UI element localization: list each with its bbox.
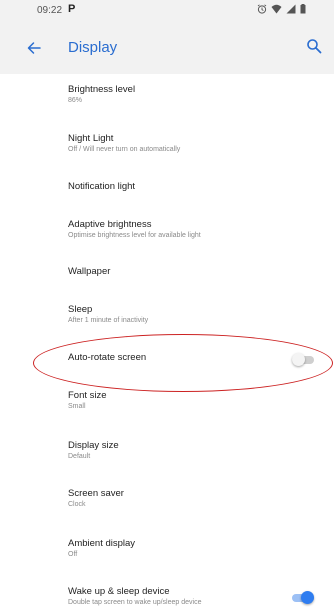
- setting-summary: Double tap screen to wake up/sleep devic…: [68, 599, 202, 606]
- setting-summary: Off / Will never turn on automatically: [68, 146, 181, 153]
- wifi-icon: [271, 4, 282, 14]
- setting-summary: Optimise brightness level for available …: [68, 232, 201, 239]
- setting-screen-saver[interactable]: Screen saver Clock: [0, 488, 334, 528]
- setting-title: Wake up & sleep device: [68, 586, 170, 597]
- auto-rotate-toggle[interactable]: [292, 353, 314, 366]
- setting-summary: Default: [68, 453, 91, 460]
- app-notification-icon: P: [68, 3, 76, 15]
- setting-night-light[interactable]: Night Light Off / Will never turn on aut…: [0, 133, 334, 173]
- setting-title: Ambient display: [68, 538, 136, 549]
- setting-title: Screen saver: [68, 488, 124, 499]
- status-bar: 09:22 P: [0, 0, 334, 22]
- setting-title: Night Light: [68, 133, 114, 144]
- setting-display-size[interactable]: Display size Default: [0, 440, 334, 480]
- setting-wallpaper[interactable]: Wallpaper: [0, 266, 334, 306]
- toggle-thumb: [301, 591, 314, 604]
- setting-notification-light[interactable]: Notification light: [0, 181, 334, 221]
- signal-icon: [286, 4, 296, 14]
- setting-sleep[interactable]: Sleep After 1 minute of inactivity: [0, 304, 334, 344]
- setting-summary: Small: [68, 403, 86, 410]
- setting-title: Display size: [68, 440, 119, 451]
- setting-summary: Clock: [68, 501, 86, 508]
- page-title: Display: [68, 39, 118, 56]
- setting-title: Brightness level: [68, 84, 136, 95]
- setting-title: Sleep: [68, 304, 93, 315]
- setting-brightness-level[interactable]: Brightness level 86%: [0, 84, 334, 124]
- setting-summary: Off: [68, 551, 78, 558]
- alarm-icon: [257, 4, 267, 14]
- setting-summary: 86%: [68, 97, 83, 104]
- setting-auto-rotate-screen[interactable]: Auto-rotate screen: [0, 352, 334, 392]
- search-icon[interactable]: [306, 38, 322, 54]
- setting-font-size[interactable]: Font size Small: [0, 390, 334, 430]
- setting-title: Wallpaper: [68, 266, 111, 277]
- status-time: 09:22: [37, 5, 63, 16]
- toggle-thumb: [292, 353, 305, 366]
- setting-ambient-display[interactable]: Ambient display Off: [0, 538, 334, 578]
- app-bar: Display: [0, 22, 334, 74]
- wake-up-sleep-toggle[interactable]: [292, 591, 314, 604]
- setting-title: Notification light: [68, 181, 136, 192]
- setting-adaptive-brightness[interactable]: Adaptive brightness Optimise brightness …: [0, 219, 334, 259]
- setting-title: Auto-rotate screen: [68, 352, 147, 363]
- setting-title: Adaptive brightness: [68, 219, 152, 230]
- setting-summary: After 1 minute of inactivity: [68, 317, 149, 324]
- display-settings-screen: 09:22 P Display Brightness level 86% Nig…: [0, 0, 334, 607]
- battery-icon: [300, 4, 306, 14]
- arrow-left-icon[interactable]: [26, 40, 42, 56]
- status-icons: [257, 4, 306, 14]
- setting-wake-up-sleep-device[interactable]: Wake up & sleep device Double tap screen…: [0, 586, 334, 607]
- setting-title: Font size: [68, 390, 107, 401]
